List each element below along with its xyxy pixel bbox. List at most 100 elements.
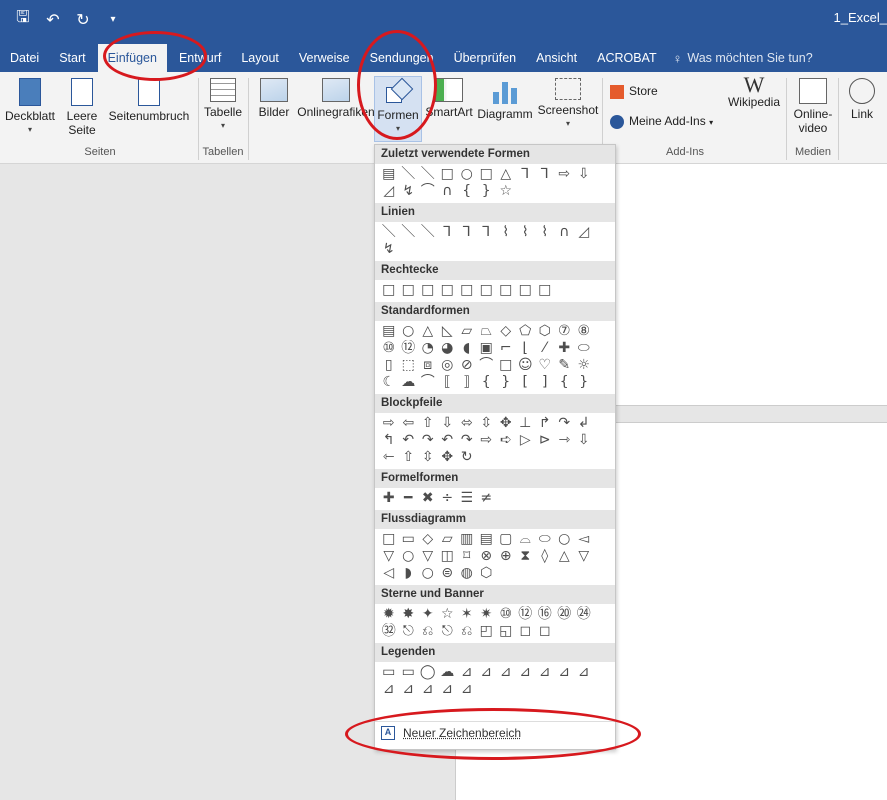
shape-item[interactable]: ✥: [496, 415, 516, 432]
shape-item[interactable]: □: [496, 357, 516, 374]
shape-item[interactable]: ▤: [379, 166, 399, 183]
shape-item[interactable]: ✚: [555, 340, 575, 357]
tab-einfuegen[interactable]: Einfügen: [97, 44, 167, 72]
shape-item[interactable]: ☁: [399, 374, 419, 391]
shape-item[interactable]: ◗: [399, 565, 419, 582]
shape-item[interactable]: ◿: [379, 183, 399, 200]
shape-item[interactable]: ⌇: [516, 224, 536, 241]
shape-item[interactable]: ↷: [418, 432, 438, 449]
shape-item[interactable]: ⧗: [516, 548, 536, 565]
shape-item[interactable]: ⊿: [438, 681, 458, 698]
shape-item[interactable]: ↷: [555, 415, 575, 432]
tell-me-box[interactable]: ♀ Was möchten Sie tun?: [667, 51, 813, 66]
shape-item[interactable]: ⊿: [535, 664, 555, 681]
shape-item[interactable]: ◍: [457, 565, 477, 582]
shape-item[interactable]: △: [496, 166, 516, 183]
leere-seite-button[interactable]: Leere Seite: [62, 78, 102, 137]
shape-item[interactable]: ✶: [457, 606, 477, 623]
shape-item[interactable]: □: [477, 166, 497, 183]
shape-item[interactable]: ]: [535, 374, 555, 391]
shape-item[interactable]: ⇧: [418, 415, 438, 432]
shape-item[interactable]: ⑩: [379, 340, 399, 357]
shape-item[interactable]: ⊿: [496, 664, 516, 681]
shape-item[interactable]: △: [418, 323, 438, 340]
shape-item[interactable]: }: [496, 374, 516, 391]
shape-item[interactable]: ✦: [418, 606, 438, 623]
shape-item[interactable]: ㉜: [379, 623, 399, 640]
tab-layout[interactable]: Layout: [231, 44, 289, 72]
shape-item[interactable]: ⇩: [574, 166, 594, 183]
shape-item[interactable]: ＼: [399, 224, 419, 241]
shape-item[interactable]: ⬚: [399, 357, 419, 374]
shape-item[interactable]: ↶: [438, 432, 458, 449]
shape-item[interactable]: ＼: [418, 224, 438, 241]
shape-item[interactable]: ⌑: [457, 548, 477, 565]
shape-item[interactable]: {: [477, 374, 497, 391]
shape-item[interactable]: ⑩: [496, 606, 516, 623]
shape-item[interactable]: ＼: [379, 224, 399, 241]
shape-item[interactable]: ✸: [399, 606, 419, 623]
tab-acrobat[interactable]: ACROBAT: [587, 44, 667, 72]
shape-item[interactable]: ↲: [574, 415, 594, 432]
shape-item[interactable]: ✷: [477, 606, 497, 623]
deckblatt-button[interactable]: Deckblatt ▾: [2, 78, 58, 137]
shape-item[interactable]: ⇩: [574, 432, 594, 449]
shape-item[interactable]: ＼: [418, 166, 438, 183]
shape-item[interactable]: ⌊: [516, 340, 536, 357]
shape-item[interactable]: ⬡: [477, 565, 497, 582]
shape-item[interactable]: ◖: [457, 340, 477, 357]
shape-item[interactable]: ⊿: [399, 681, 419, 698]
shape-item[interactable]: ⌓: [516, 531, 536, 548]
shape-item[interactable]: □: [496, 282, 516, 299]
shape-item[interactable]: ▽: [379, 548, 399, 565]
shape-item[interactable]: ⊿: [418, 681, 438, 698]
shape-item[interactable]: ☁: [438, 664, 458, 681]
bilder-button[interactable]: Bilder: [252, 78, 296, 119]
onlinevideo-button[interactable]: Online- video: [790, 78, 836, 135]
shape-item[interactable]: ⇧: [399, 449, 419, 466]
shape-item[interactable]: ▣: [477, 340, 497, 357]
shape-item[interactable]: ⎌: [418, 623, 438, 640]
shape-item[interactable]: ♡: [535, 357, 555, 374]
shape-item[interactable]: ◅: [574, 531, 594, 548]
shape-item[interactable]: ▭: [379, 664, 399, 681]
shape-item[interactable]: ↰: [379, 432, 399, 449]
shape-item[interactable]: ━: [399, 490, 419, 507]
shape-item[interactable]: ⬭: [535, 531, 555, 548]
onlinegrafiken-button[interactable]: Onlinegrafiken: [296, 78, 376, 119]
shape-item[interactable]: ⑧: [574, 323, 594, 340]
shape-item[interactable]: ▱: [438, 531, 458, 548]
shape-item[interactable]: ⎌: [457, 623, 477, 640]
shape-item[interactable]: ◫: [438, 548, 458, 565]
shape-item[interactable]: {: [457, 183, 477, 200]
smartart-button[interactable]: SmartArt: [422, 78, 476, 119]
shape-item[interactable]: ⟦: [438, 374, 458, 391]
shape-item[interactable]: ⊿: [574, 664, 594, 681]
meine-addins-button[interactable]: Meine Add-Ins ▾: [610, 114, 713, 130]
shape-item[interactable]: ⌇: [535, 224, 555, 241]
shape-item[interactable]: ○: [399, 548, 419, 565]
shape-item[interactable]: ↷: [457, 432, 477, 449]
tabelle-button[interactable]: Tabelle ▾: [200, 78, 246, 133]
shape-item[interactable]: ◰: [477, 623, 497, 640]
shape-item[interactable]: ⌒: [477, 357, 497, 374]
shape-item[interactable]: □: [379, 531, 399, 548]
shape-item[interactable]: ＼: [399, 166, 419, 183]
shape-item[interactable]: ⇳: [477, 415, 497, 432]
shape-item[interactable]: ◇: [496, 323, 516, 340]
shape-item[interactable]: ⊳: [535, 432, 555, 449]
shape-item[interactable]: ⊘: [457, 357, 477, 374]
shape-item[interactable]: ▽: [574, 548, 594, 565]
shape-item[interactable]: {: [555, 374, 575, 391]
link-button[interactable]: Link: [842, 78, 882, 121]
shape-item[interactable]: ◻: [516, 623, 536, 640]
shape-item[interactable]: ↯: [379, 241, 399, 258]
shape-item[interactable]: ◿: [574, 224, 594, 241]
shape-item[interactable]: □: [535, 282, 555, 299]
shape-item[interactable]: ○: [457, 166, 477, 183]
shape-item[interactable]: ⇩: [438, 415, 458, 432]
shape-item[interactable]: ☰: [457, 490, 477, 507]
shape-item[interactable]: ✚: [379, 490, 399, 507]
shape-item[interactable]: ⊥: [516, 415, 536, 432]
shape-item[interactable]: ⊜: [438, 565, 458, 582]
